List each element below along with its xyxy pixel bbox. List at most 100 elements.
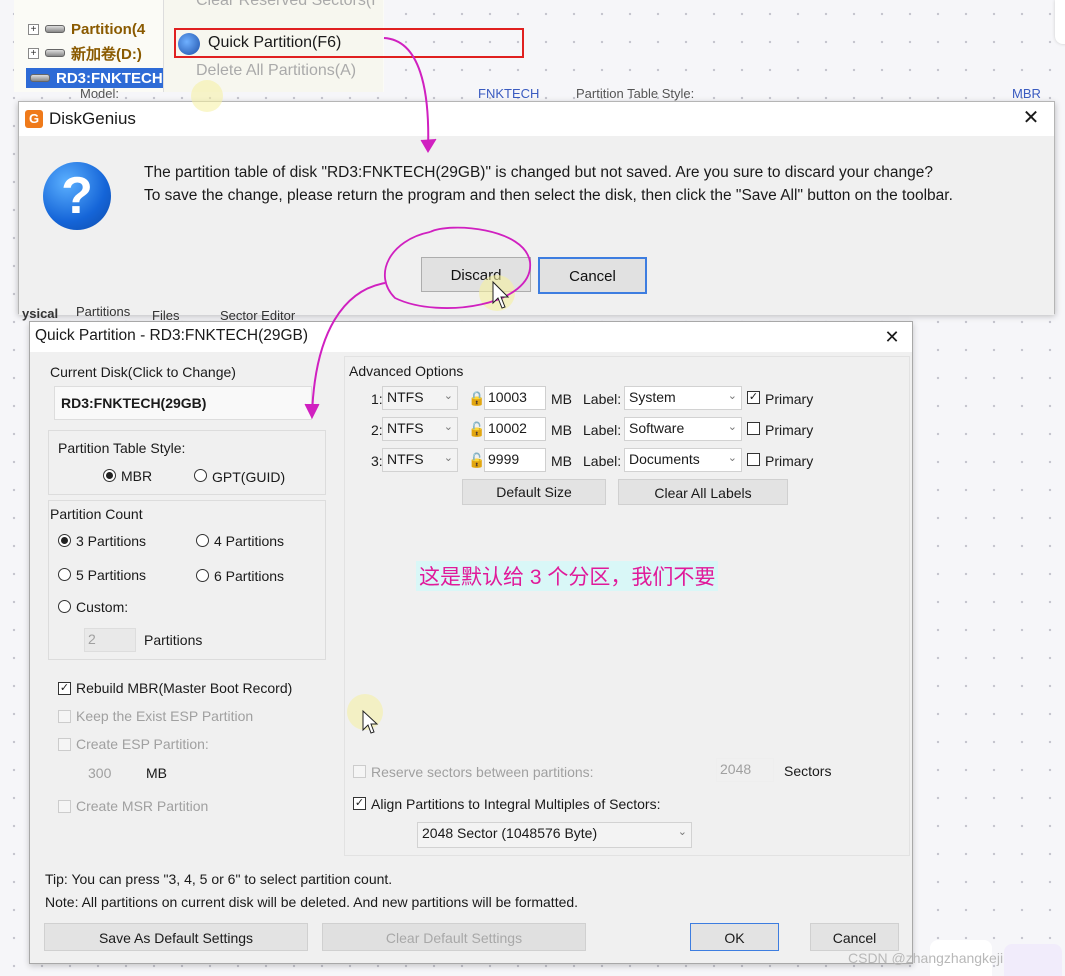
- label-select-value: Documents: [629, 451, 700, 467]
- esp-size-input[interactable]: 300: [88, 765, 111, 781]
- annotation-note: 这是默认给 3 个分区，我们不要: [416, 561, 719, 591]
- custom-count-input[interactable]: 2: [84, 628, 136, 652]
- close-icon[interactable]: ✕: [1019, 106, 1043, 130]
- menu-item-clear-reserved[interactable]: Clear Reserved Sectors(I: [196, 0, 376, 10]
- drive-icon: [45, 49, 65, 57]
- tree-item-disk[interactable]: RD3:FNKTECH: [26, 68, 167, 88]
- background-tabs: ysical Partitions Files Sector Editor: [22, 304, 322, 323]
- menu-item-delete-all[interactable]: Delete All Partitions(A): [196, 62, 356, 80]
- align-sector-select[interactable]: 2048 Sector (1048576 Byte) ⌄: [417, 822, 692, 848]
- question-icon: ?: [43, 162, 111, 230]
- default-size-button[interactable]: Default Size: [462, 479, 606, 505]
- dropdown-arrow-icon: ⌄: [677, 826, 687, 838]
- note-text: Note: All partitions on current disk wil…: [45, 894, 579, 910]
- dialog-message-line2: To save the change, please return the pr…: [144, 187, 953, 204]
- radio-6-partitions[interactable]: [196, 569, 209, 582]
- reserve-sectors-unit: Sectors: [784, 763, 832, 779]
- radio-4-partitions[interactable]: [196, 534, 209, 547]
- save-default-settings-button[interactable]: Save As Default Settings: [44, 923, 308, 951]
- radio-4-label: 4 Partitions: [214, 533, 285, 549]
- tree-item-label: 新加卷(D:): [71, 45, 142, 63]
- corner-widget: [1004, 944, 1062, 976]
- dialog-titlebar: G DiskGenius ✕: [19, 102, 1054, 136]
- radio-3-partitions[interactable]: [58, 534, 71, 547]
- close-icon[interactable]: ✕: [880, 325, 904, 349]
- rebuild-mbr-label: Rebuild MBR(Master Boot Record): [76, 680, 293, 696]
- expander-icon[interactable]: +: [28, 47, 39, 59]
- primary-checkbox[interactable]: ✓: [747, 391, 760, 404]
- radio-gpt[interactable]: [194, 469, 207, 482]
- tree-item-volume-d[interactable]: + 新加卷(D:): [28, 42, 142, 64]
- lock-icon[interactable]: 🔒: [468, 390, 485, 406]
- model-value: FNKTECH: [478, 86, 540, 101]
- label-select[interactable]: Documents ⌄: [624, 448, 742, 472]
- radio-5-partitions[interactable]: [58, 568, 71, 581]
- reserve-sectors-input[interactable]: 2048: [716, 758, 774, 782]
- fs-select[interactable]: NTFS ⌄: [382, 448, 458, 472]
- pts-group-label: Partition Table Style:: [58, 440, 186, 456]
- reserve-sectors-checkbox[interactable]: [353, 765, 366, 778]
- radio-custom[interactable]: [58, 600, 71, 613]
- size-input[interactable]: 9999: [484, 448, 546, 472]
- size-input[interactable]: 10002: [484, 417, 546, 441]
- rebuild-mbr-checkbox[interactable]: ✓: [58, 682, 71, 695]
- primary-checkbox[interactable]: [747, 453, 760, 466]
- radio-5-label: 5 Partitions: [76, 567, 147, 583]
- radio-6-label: 6 Partitions: [214, 568, 285, 584]
- label-select-value: Software: [629, 420, 685, 436]
- label-select-value: System: [629, 389, 676, 405]
- model-label: Model:: [80, 86, 120, 101]
- radio-gpt-label: GPT(GUID): [212, 469, 286, 485]
- discard-confirm-dialog: G DiskGenius ✕ ? The partition table of …: [18, 101, 1055, 315]
- menu-item-quick-partition[interactable]: Quick Partition(F6): [174, 28, 524, 58]
- size-unit: MB: [551, 391, 572, 407]
- expander-icon[interactable]: +: [28, 23, 39, 35]
- create-esp-label: Create ESP Partition:: [76, 736, 209, 752]
- partition-index: 3:: [371, 453, 383, 469]
- tree-disk-label: RD3:FNKTECH: [56, 69, 163, 87]
- current-disk-label: Current Disk(Click to Change): [50, 364, 236, 380]
- tab-partitions[interactable]: Partitions: [76, 304, 130, 319]
- size-unit: MB: [551, 453, 572, 469]
- drive-icon: [45, 25, 65, 33]
- label-select[interactable]: Software ⌄: [624, 417, 742, 441]
- keep-esp-checkbox[interactable]: [58, 710, 71, 723]
- fs-select[interactable]: NTFS ⌄: [382, 417, 458, 441]
- clear-default-settings-button[interactable]: Clear Default Settings: [322, 923, 586, 951]
- create-msr-checkbox[interactable]: [58, 800, 71, 813]
- clear-all-labels-button[interactable]: Clear All Labels: [618, 479, 788, 505]
- lock-icon[interactable]: 🔓: [468, 452, 485, 468]
- primary-checkbox[interactable]: [747, 422, 760, 435]
- label-select[interactable]: System ⌄: [624, 386, 742, 410]
- align-sector-value: 2048 Sector (1048576 Byte): [422, 825, 598, 841]
- menu-item-label: Quick Partition(F6): [208, 34, 342, 51]
- dropdown-arrow-icon: ⌄: [727, 421, 737, 433]
- quick-partition-icon: [178, 33, 200, 55]
- pts-label: Partition Table Style:: [576, 86, 695, 101]
- diskgenius-logo-icon: G: [25, 110, 43, 128]
- ok-button[interactable]: OK: [690, 923, 779, 951]
- radio-mbr[interactable]: [103, 469, 116, 482]
- esp-size-unit: MB: [146, 765, 167, 781]
- radio-custom-label: Custom:: [76, 599, 129, 615]
- label-prefix: Label:: [583, 391, 622, 407]
- custom-partitions-suffix: Partitions: [144, 632, 203, 648]
- current-disk-selector[interactable]: RD3:FNKTECH(29GB): [54, 386, 312, 420]
- watermark: CSDN @zhangzhangkeji: [848, 950, 1004, 966]
- fs-select[interactable]: NTFS ⌄: [382, 386, 458, 410]
- keep-esp-label: Keep the Exist ESP Partition: [76, 708, 254, 724]
- cancel-button[interactable]: Cancel: [538, 257, 647, 294]
- lock-icon[interactable]: 🔓: [468, 421, 485, 437]
- size-input[interactable]: 10003: [484, 386, 546, 410]
- align-partitions-checkbox[interactable]: ✓: [353, 797, 366, 810]
- create-esp-checkbox[interactable]: [58, 738, 71, 751]
- tab-physical[interactable]: ysical: [22, 306, 58, 321]
- discard-button[interactable]: Discard: [421, 257, 531, 292]
- drive-icon: [30, 74, 50, 82]
- cancel-button[interactable]: Cancel: [810, 923, 899, 951]
- tree-item-partition4[interactable]: + Partition(4: [28, 18, 145, 40]
- fs-select-value: NTFS: [387, 451, 424, 467]
- dialog-message-line1: The partition table of disk "RD3:FNKTECH…: [144, 164, 933, 181]
- dialog-body: ? The partition table of disk "RD3:FNKTE…: [19, 136, 1054, 315]
- quick-partition-dialog: Quick Partition - RD3:FNKTECH(29GB) ✕ Cu…: [29, 321, 913, 964]
